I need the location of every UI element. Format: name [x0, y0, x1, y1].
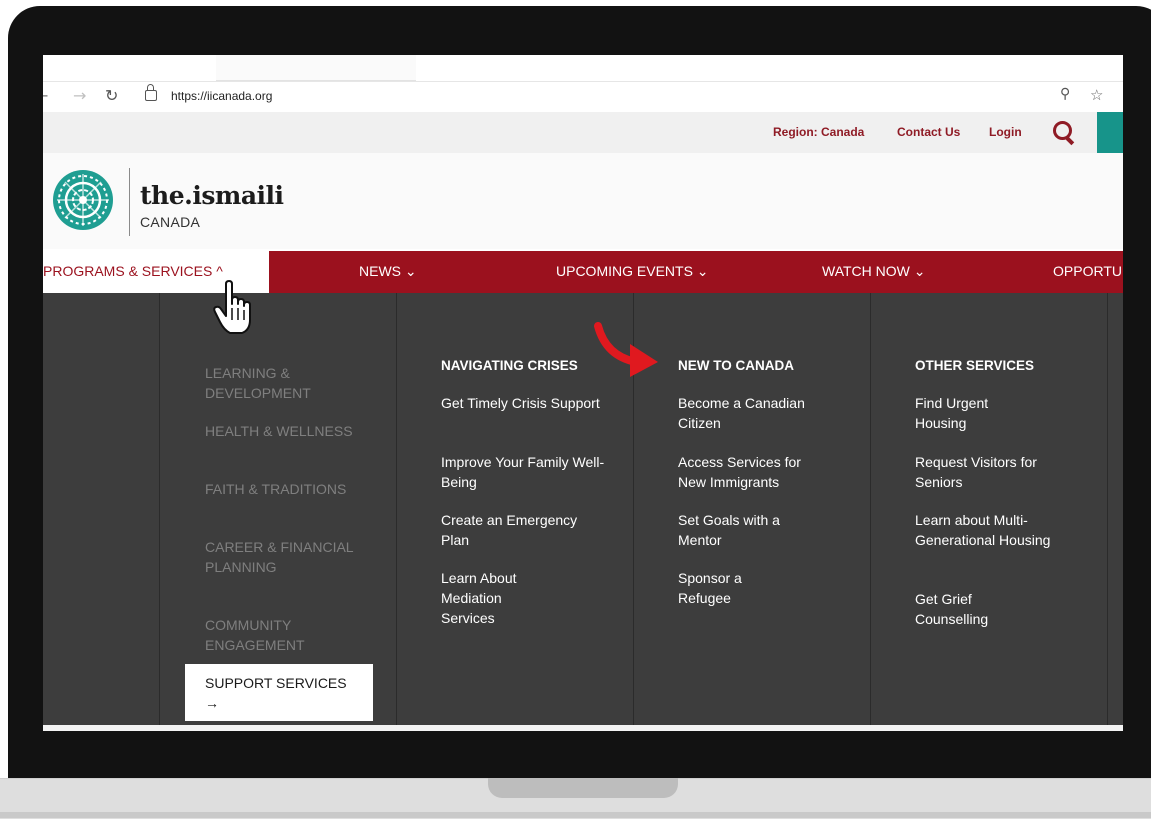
menu-link[interactable]: Request Visitors for Seniors: [915, 452, 1075, 492]
login-link[interactable]: Login: [989, 125, 1022, 139]
nav-upcoming-events[interactable]: UPCOMING EVENTS ⌄: [556, 263, 709, 280]
laptop-notch: [488, 778, 678, 798]
reload-icon[interactable]: ↻: [105, 86, 118, 105]
site-header: the.ismaili CANADA: [43, 153, 1123, 249]
menu-link[interactable]: Get Timely Crisis Support: [441, 393, 606, 413]
menu-link[interactable]: Learn About Mediation Services: [441, 568, 551, 628]
menu-link[interactable]: Find Urgent Housing: [915, 393, 1025, 433]
column-heading-navigating-crises: NAVIGATING CRISES: [441, 358, 578, 373]
submenu-community-engagement[interactable]: COMMUNITY ENGAGEMENT: [205, 615, 355, 655]
menu-link[interactable]: Improve Your Family Well-Being: [441, 452, 606, 492]
menu-link[interactable]: Learn about Multi-Generational Housing: [915, 510, 1065, 550]
back-icon[interactable]: ←: [43, 86, 48, 105]
search-icon[interactable]: [1053, 121, 1072, 140]
menu-link[interactable]: Become a Canadian Citizen: [678, 393, 843, 433]
menu-link[interactable]: Sponsor a Refugee: [678, 568, 758, 608]
nav-programs-services-label: PROGRAMS & SERVICES ^: [43, 263, 223, 279]
browser-tab[interactable]: [216, 55, 416, 81]
nav-watch-now[interactable]: WATCH NOW ⌄: [822, 263, 926, 280]
logo-name[interactable]: the.ismaili: [140, 181, 284, 210]
url-field[interactable]: https://iicanada.org: [171, 89, 272, 103]
teal-menu-button[interactable]: [1097, 112, 1123, 153]
submenu-health-wellness[interactable]: HEALTH & WELLNESS: [205, 421, 355, 441]
column-heading-other-services: OTHER SERVICES: [915, 358, 1035, 373]
contact-us-link[interactable]: Contact Us: [897, 125, 960, 139]
favorite-star-icon[interactable]: ☆: [1090, 86, 1103, 104]
lock-icon: [145, 84, 157, 101]
forward-icon[interactable]: →: [73, 86, 86, 105]
utility-bar: Region: Canada Contact Us Login: [43, 112, 1123, 153]
nav-opportunities[interactable]: OPPORTU: [1053, 263, 1122, 279]
column-divider: [1107, 293, 1108, 725]
browser-tab-strip: [43, 55, 1123, 81]
menu-link[interactable]: Get Grief Counselling: [915, 589, 1025, 629]
column-heading-new-to-canada: NEW TO CANADA: [678, 358, 794, 373]
main-nav: PROGRAMS & SERVICES ^ NEWS ⌄ UPCOMING EV…: [43, 251, 1123, 293]
column-divider: [870, 293, 871, 725]
mega-menu: LEARNING & DEVELOPMENT HEALTH & WELLNESS…: [43, 293, 1123, 725]
key-icon[interactable]: ⚲: [1060, 86, 1070, 102]
region-link[interactable]: Region: Canada: [773, 125, 864, 139]
submenu-career-financial-planning[interactable]: CAREER & FINANCIAL PLANNING: [205, 537, 355, 577]
submenu-learning-development[interactable]: LEARNING & DEVELOPMENT: [205, 363, 355, 403]
ismaili-logo-icon[interactable]: [51, 168, 115, 232]
address-bar: ← → ↻ https://iicanada.org ⚲ ☆: [43, 81, 1123, 113]
nav-news[interactable]: NEWS ⌄: [359, 263, 417, 280]
column-divider: [159, 293, 160, 725]
menu-link[interactable]: Create an Emergency Plan: [441, 510, 606, 550]
hand-cursor-icon: [213, 280, 251, 334]
submenu-support-services[interactable]: SUPPORT SERVICES →: [185, 664, 373, 721]
menu-link[interactable]: Set Goals with a Mentor: [678, 510, 803, 550]
column-divider: [396, 293, 397, 725]
menu-link[interactable]: Access Services for New Immigrants: [678, 452, 828, 492]
red-arrow-icon: [594, 322, 658, 377]
screen: ← → ↻ https://iicanada.org ⚲ ☆ Region: C…: [43, 55, 1123, 731]
menu-bottom-strip: [43, 725, 1123, 731]
logo-divider: [129, 168, 130, 236]
logo-region: CANADA: [140, 214, 201, 230]
laptop-base-edge: [0, 812, 1151, 818]
submenu-faith-traditions[interactable]: FAITH & TRADITIONS: [205, 479, 355, 499]
submenu-support-services-label: SUPPORT SERVICES →: [205, 675, 347, 711]
